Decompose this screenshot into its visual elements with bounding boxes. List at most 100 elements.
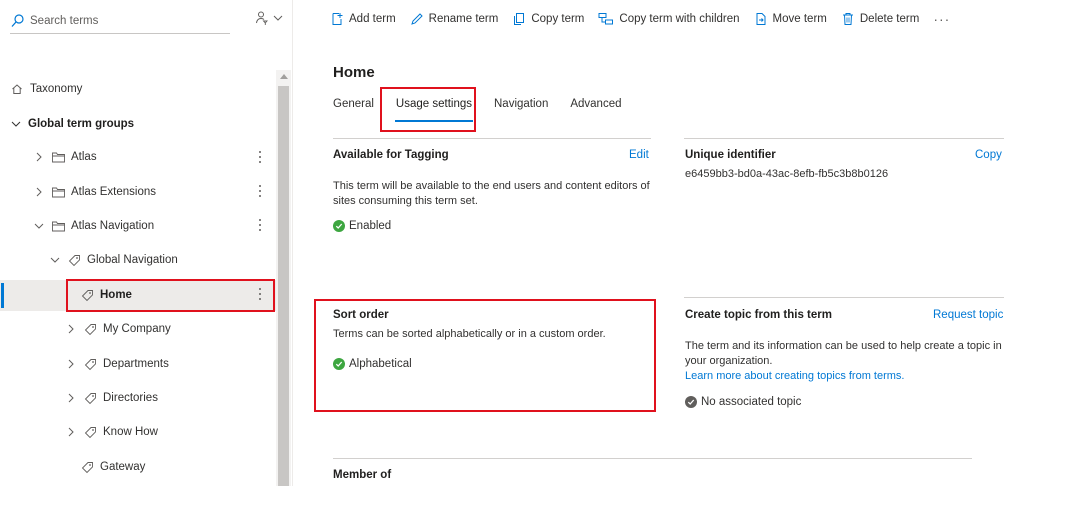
- folder-icon: [51, 150, 65, 164]
- more-options-icon[interactable]: [256, 286, 264, 302]
- chevron-right-icon[interactable]: [65, 392, 77, 404]
- tree-item-atlas[interactable]: Atlas: [33, 141, 97, 173]
- add-term-button[interactable]: Add term: [330, 12, 396, 26]
- folder-icon: [51, 185, 65, 199]
- tree-item-label: Home: [100, 289, 132, 301]
- copy-term-label: Copy term: [531, 13, 585, 25]
- tree-item-taxonomy[interactable]: Taxonomy: [10, 73, 82, 105]
- move-term-button[interactable]: Move term: [754, 12, 827, 26]
- divider: [333, 138, 651, 139]
- chevron-down-icon[interactable]: [33, 220, 45, 232]
- create-topic-title: Create topic from this term: [685, 309, 832, 321]
- chevron-down-icon: [273, 13, 283, 26]
- tab-usage-settings[interactable]: Usage settings: [394, 96, 474, 122]
- chevron-right-icon[interactable]: [65, 323, 77, 335]
- tag-icon: [83, 425, 97, 439]
- search-input[interactable]: Search terms: [30, 15, 98, 27]
- tree-item-label: Atlas Navigation: [71, 220, 155, 232]
- filter-person-icon: [254, 10, 270, 29]
- request-topic-link[interactable]: Request topic: [933, 309, 1003, 321]
- scrollbar-thumb[interactable]: [278, 86, 289, 486]
- checkmark-icon: [333, 358, 345, 370]
- rename-term-button[interactable]: Rename term: [410, 12, 499, 26]
- copy-identifier-link[interactable]: Copy: [975, 149, 1002, 161]
- divider: [684, 297, 1004, 298]
- delete-term-label: Delete term: [859, 13, 920, 25]
- copy-term-button[interactable]: Copy term: [512, 12, 584, 26]
- tab-general[interactable]: General: [333, 96, 374, 122]
- tagging-status: Enabled: [333, 220, 391, 232]
- tab-advanced[interactable]: Advanced: [570, 96, 621, 122]
- trash-icon: [842, 13, 853, 25]
- tagging-status-label: Enabled: [349, 220, 392, 232]
- tree-item-atlas-navigation[interactable]: Atlas Navigation: [33, 210, 154, 242]
- more-options-icon[interactable]: [256, 183, 264, 199]
- add-icon: [332, 13, 343, 25]
- tree-scrollbar[interactable]: [276, 70, 291, 486]
- chevron-right-icon[interactable]: [65, 358, 77, 370]
- search-box[interactable]: Search terms: [10, 8, 230, 34]
- create-topic-description: The term and its information can be used…: [685, 340, 1002, 367]
- term-navigation-panel: Search terms Taxonomy Global term groups: [0, 0, 293, 486]
- more-options-icon[interactable]: [256, 149, 264, 165]
- tree-item-departments[interactable]: Departments: [65, 348, 169, 380]
- tag-icon: [83, 391, 97, 405]
- pencil-icon: [410, 13, 423, 25]
- add-term-label: Add term: [349, 13, 396, 25]
- copy-term-with-children-button[interactable]: Copy term with children: [598, 12, 740, 26]
- tag-icon: [83, 322, 97, 336]
- scroll-up-arrow-icon[interactable]: [280, 74, 288, 79]
- tag-icon: [80, 288, 94, 302]
- tree-item-global-term-groups[interactable]: Global term groups: [10, 108, 134, 140]
- chevron-right-icon[interactable]: [33, 186, 45, 198]
- delete-term-button[interactable]: Delete term: [841, 12, 919, 26]
- tree-item-directories[interactable]: Directories: [65, 382, 158, 414]
- selected-indicator: [1, 283, 4, 308]
- tree-item-label: Atlas Extensions: [71, 186, 157, 198]
- page-title: Home: [333, 64, 375, 81]
- tag-icon: [67, 253, 81, 267]
- edit-tagging-link[interactable]: Edit: [629, 149, 649, 161]
- filter-button[interactable]: [254, 10, 288, 28]
- chevron-down-icon[interactable]: [10, 118, 22, 130]
- sort-order-title: Sort order: [333, 309, 389, 321]
- tab-list: General Usage settings Navigation Advanc…: [333, 96, 644, 122]
- tree-item-label: Departments: [103, 358, 169, 370]
- sort-order-status-label: Alphabetical: [349, 358, 412, 370]
- copy-with-children-label: Copy term with children: [619, 13, 740, 25]
- learn-more-topics-link[interactable]: Learn more about creating topics from te…: [685, 370, 904, 382]
- tree-item-gateway[interactable]: Gateway: [80, 451, 145, 483]
- tree-item-label: Global term groups: [28, 118, 135, 130]
- checkmark-icon: [333, 220, 345, 232]
- tree-item-label: Gateway: [100, 461, 146, 473]
- tree-item-global-navigation[interactable]: Global Navigation: [49, 244, 178, 276]
- tree-item-home[interactable]: Home: [80, 279, 132, 311]
- chevron-right-icon[interactable]: [65, 426, 77, 438]
- more-commands-button[interactable]: ···: [933, 11, 950, 27]
- move-icon: [756, 13, 766, 25]
- topic-status-label: No associated topic: [701, 396, 802, 408]
- divider: [684, 138, 1004, 139]
- sort-order-status: Alphabetical: [333, 358, 412, 370]
- tree-item-label: Know How: [103, 426, 158, 438]
- chevron-right-icon[interactable]: [33, 151, 45, 163]
- move-term-label: Move term: [772, 13, 827, 25]
- tree-item-atlas-extensions[interactable]: Atlas Extensions: [33, 176, 156, 208]
- copy-children-icon: [598, 13, 614, 25]
- tree-item-my-company[interactable]: My Company: [65, 313, 171, 345]
- copy-icon: [514, 13, 525, 25]
- member-of-title: Member of: [333, 469, 392, 481]
- identifier-title: Unique identifier: [685, 149, 776, 161]
- identifier-value: e6459bb3-bd0a-43ac-8efb-fb5c3b8b0126: [685, 168, 889, 180]
- divider: [333, 458, 972, 459]
- more-options-icon[interactable]: [256, 217, 264, 233]
- search-icon: [10, 13, 26, 29]
- tree-item-label: My Company: [103, 323, 171, 335]
- rename-term-label: Rename term: [428, 13, 499, 25]
- tab-navigation[interactable]: Navigation: [494, 96, 548, 122]
- tree-item-label: Global Navigation: [87, 254, 178, 266]
- tree-item-know-how[interactable]: Know How: [65, 416, 158, 448]
- tag-icon: [83, 357, 97, 371]
- chevron-down-icon[interactable]: [49, 254, 61, 266]
- tree-item-label: Directories: [103, 392, 158, 404]
